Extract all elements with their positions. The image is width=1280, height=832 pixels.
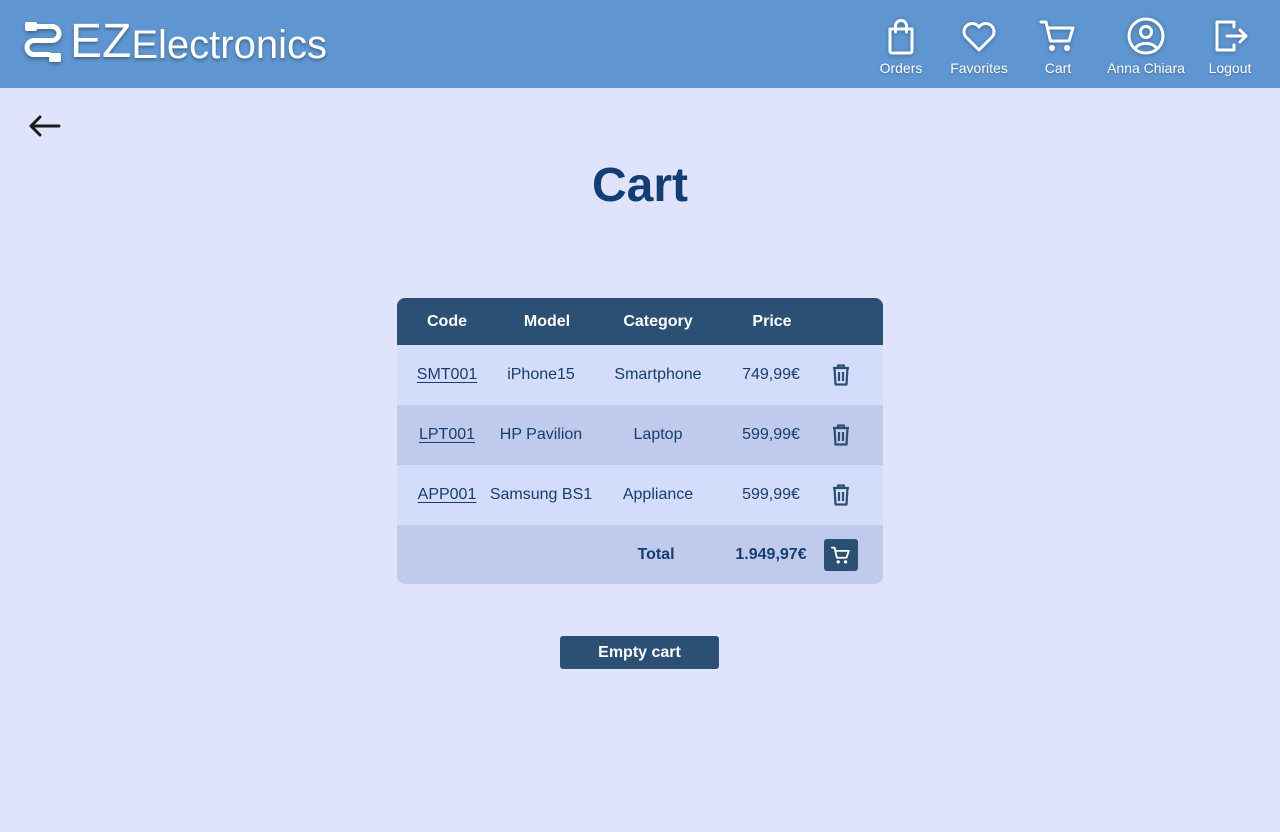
header-model: Model — [523, 312, 571, 330]
arrow-left-icon — [29, 115, 61, 137]
table-header: Code Model Category Price — [397, 298, 883, 345]
logout-icon — [1215, 20, 1248, 52]
trash-icon — [833, 484, 849, 506]
product-category: Laptop — [633, 426, 683, 443]
brand-suffix: Electronics — [131, 23, 327, 67]
product-price: 599,99€ — [742, 486, 800, 503]
checkout-button[interactable] — [824, 539, 858, 571]
nav-orders-label: Orders — [879, 60, 923, 76]
trash-icon — [833, 424, 849, 446]
nav-logout[interactable]: Logout — [1204, 16, 1256, 78]
cart-table: Code Model Category Price SMT001 iPhone1… — [397, 298, 883, 584]
product-category: Appliance — [622, 486, 694, 503]
product-code-link[interactable]: LPT001 — [419, 426, 475, 444]
cart-icon — [830, 546, 850, 564]
heart-icon — [962, 22, 996, 52]
trash-icon — [833, 364, 849, 386]
total-label: Total — [637, 545, 675, 563]
total-row: Total 1.949,97€ — [397, 525, 883, 584]
remove-item-button[interactable] — [823, 465, 859, 525]
remove-item-button[interactable] — [823, 405, 859, 465]
nav-favorites[interactable]: Favorites — [944, 16, 1014, 78]
back-button[interactable] — [26, 110, 62, 142]
page-title: Cart — [591, 159, 689, 212]
table-row: APP001 Samsung BS1 Appliance 599,99€ — [397, 465, 883, 525]
nav-logout-label: Logout — [1208, 60, 1252, 76]
user-circle-icon — [1127, 17, 1165, 55]
nav-orders[interactable]: Orders — [875, 16, 927, 78]
table-row: SMT001 iPhone15 Smartphone 749,99€ — [397, 345, 883, 405]
nav-favorites-label: Favorites — [950, 60, 1008, 76]
app-header: EZ Electronics Orders Favorites Cart Ann… — [0, 0, 1280, 88]
remove-item-button[interactable] — [823, 345, 859, 405]
product-code-link[interactable]: SMT001 — [417, 366, 477, 384]
nav-user[interactable]: Anna Chiara — [1100, 16, 1192, 78]
header-code: Code — [427, 312, 467, 330]
cable-connector-icon — [24, 22, 62, 62]
nav-cart-label: Cart — [1044, 60, 1072, 76]
cart-icon — [1039, 20, 1075, 51]
brand-prefix: EZ — [70, 15, 132, 68]
table-row: LPT001 HP Pavilion Laptop 599,99€ — [397, 405, 883, 465]
product-model: iPhone15 — [507, 366, 575, 383]
product-model: Samsung BS1 — [489, 486, 593, 503]
header-price: Price — [752, 312, 792, 330]
nav-user-label: Anna Chiara — [1107, 60, 1185, 76]
product-code-link[interactable]: APP001 — [418, 486, 477, 504]
product-price: 749,99€ — [742, 366, 800, 383]
product-model: HP Pavilion — [499, 426, 583, 443]
total-value: 1.949,97€ — [735, 545, 807, 563]
shopping-bag-icon — [888, 19, 914, 55]
product-price: 599,99€ — [742, 426, 800, 443]
empty-cart-button[interactable]: Empty cart — [560, 636, 719, 669]
header-category: Category — [623, 312, 693, 330]
product-category: Smartphone — [614, 366, 702, 383]
nav-cart[interactable]: Cart — [1036, 16, 1080, 78]
brand-logo[interactable]: EZ Electronics — [22, 15, 327, 68]
